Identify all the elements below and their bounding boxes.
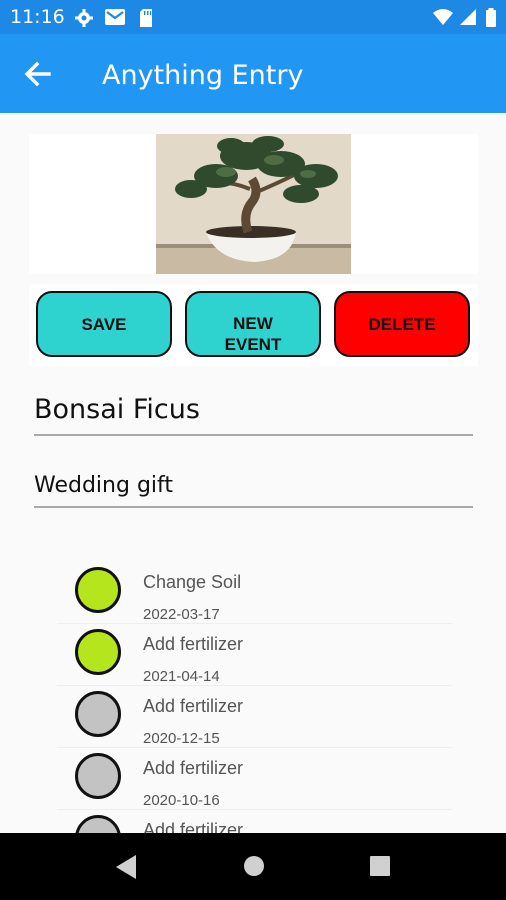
- entry-description-field[interactable]: Wedding gift: [34, 473, 473, 508]
- page-title: Anything Entry: [102, 60, 304, 91]
- recents-square-icon[interactable]: [369, 854, 391, 878]
- status-dot-icon: [75, 815, 121, 833]
- event-item[interactable]: Add fertilizer 2020-10-16: [57, 747, 452, 810]
- new-event-button[interactable]: NEW EVENT: [185, 291, 321, 357]
- status-dot-icon: [75, 629, 121, 675]
- home-circle-icon[interactable]: [243, 854, 265, 878]
- bonsai-photo[interactable]: [156, 134, 351, 274]
- status-dot-icon: [75, 691, 121, 737]
- sd-card-icon: [140, 9, 152, 27]
- event-item[interactable]: Add fertilizer 2021-04-14: [57, 623, 452, 686]
- save-button-label: SAVE: [81, 314, 127, 334]
- event-title: Add fertilizer: [143, 696, 244, 716]
- event-title: Add fertilizer: [143, 634, 244, 654]
- status-time: 11:16: [10, 6, 65, 28]
- action-buttons: SAVE NEW EVENT DELETE: [29, 284, 478, 366]
- event-date: 2020-10-16: [143, 792, 220, 809]
- gmail-icon: [105, 9, 125, 25]
- status-bar: 11:16: [0, 0, 506, 34]
- battery-icon: [486, 8, 496, 27]
- gear-icon: [75, 9, 93, 27]
- entry-name-field[interactable]: Bonsai Ficus: [34, 394, 473, 436]
- back-triangle-icon[interactable]: [114, 854, 138, 880]
- delete-button[interactable]: DELETE: [334, 291, 470, 357]
- event-title: Add fertilizer: [143, 820, 244, 833]
- event-title: Add fertilizer: [143, 758, 244, 778]
- status-dot-icon: [75, 567, 121, 613]
- delete-button-label: DELETE: [368, 314, 436, 334]
- signal-icon: [460, 9, 476, 25]
- save-button[interactable]: SAVE: [36, 291, 172, 357]
- navigation-bar: [0, 833, 506, 900]
- status-dot-icon: [75, 753, 121, 799]
- event-item[interactable]: Add fertilizer: [57, 809, 452, 833]
- event-date: 2022-03-17: [143, 606, 220, 623]
- arrow-back-icon[interactable]: [22, 58, 54, 90]
- event-item[interactable]: Add fertilizer 2020-12-15: [57, 685, 452, 748]
- event-date: 2021-04-14: [143, 668, 220, 685]
- app-bar: Anything Entry: [0, 34, 506, 113]
- new-event-button-label: NEW EVENT: [224, 314, 282, 354]
- event-item[interactable]: Change Soil 2022-03-17: [57, 561, 452, 624]
- event-title: Change Soil: [143, 572, 242, 592]
- event-date: 2020-12-15: [143, 730, 220, 747]
- photo-area: [29, 134, 478, 274]
- wifi-icon: [433, 9, 453, 25]
- event-list: Change Soil 2022-03-17 Add fertilizer 20…: [57, 555, 452, 833]
